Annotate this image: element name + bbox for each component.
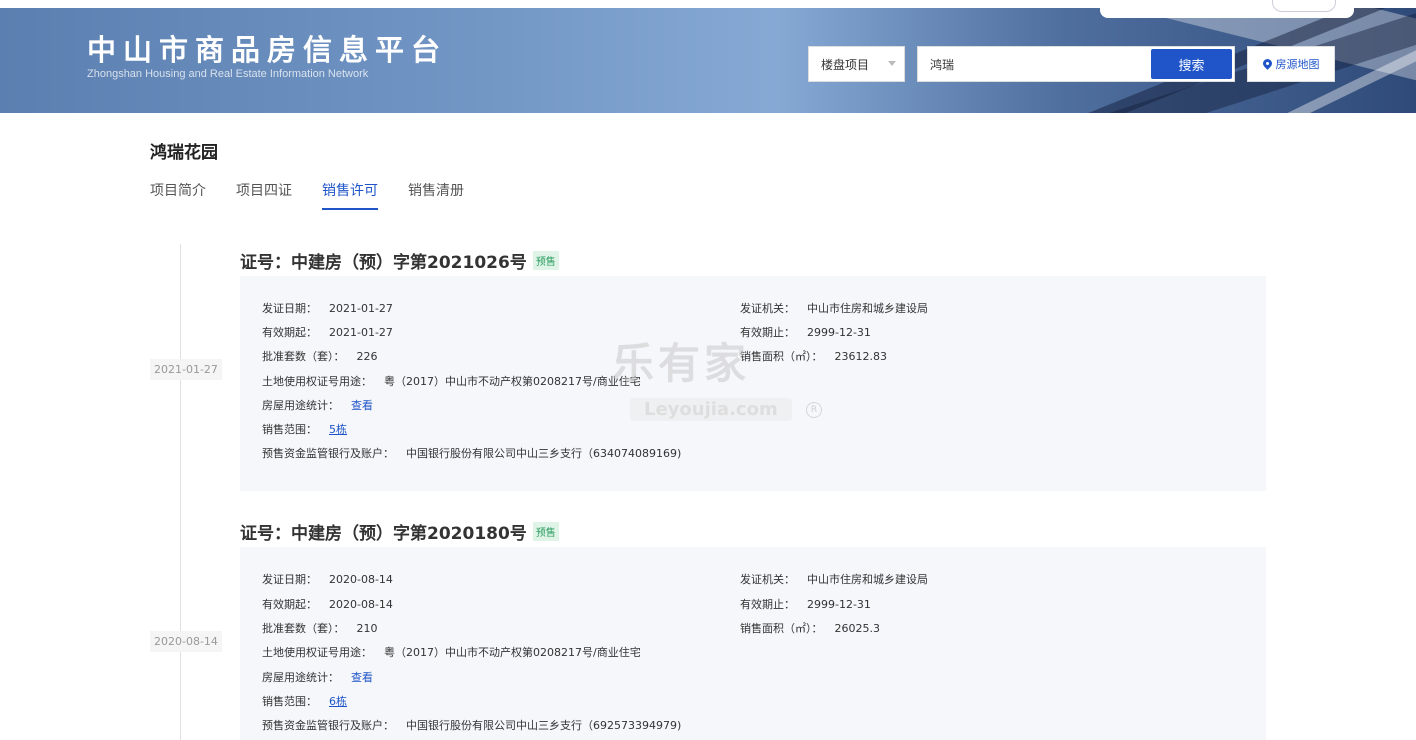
timeline-date: 2021-01-27: [150, 359, 222, 380]
certificate-number: 证号：中建房（预）字第2020180号: [240, 524, 527, 544]
usage-view-link[interactable]: 查看: [351, 671, 373, 684]
issue-date-row: 发证日期： 2021-01-27: [262, 302, 393, 315]
timeline-date: 2020-08-14: [150, 631, 222, 652]
search-type-value: 楼盘项目: [821, 57, 870, 72]
registered-icon: R: [806, 402, 822, 418]
units-row: 批准套数（套）： 226: [262, 350, 378, 363]
status-badge: 预售: [532, 251, 559, 270]
certificate-title: 证号：中建房（预）字第2020180号 预售: [240, 519, 559, 544]
certificate-number: 证号：中建房（预）字第2021026号: [240, 253, 527, 273]
top-overlay: [1100, 0, 1354, 18]
site-subtitle: Zhongshan Housing and Real Estate Inform…: [87, 68, 369, 80]
timeline-line: [180, 244, 181, 740]
search-type-select[interactable]: 楼盘项目: [808, 46, 905, 82]
units-row: 批准套数（套）： 210: [262, 622, 378, 635]
tab-sales-permit[interactable]: 销售许可: [322, 180, 378, 210]
range-row: 销售范围： 6栋: [262, 695, 347, 708]
sales-range-link[interactable]: 5栋: [329, 423, 347, 436]
project-title: 鸿瑞花园: [150, 143, 218, 163]
map-button[interactable]: 房源地图: [1247, 46, 1335, 82]
chevron-down-icon: [888, 61, 896, 66]
valid-to-row: 有效期止： 2999-12-31: [740, 598, 871, 611]
area-row: 销售面积（㎡）： 23612.83: [740, 350, 887, 363]
tab-sales-list[interactable]: 销售清册: [408, 180, 464, 210]
valid-from-row: 有效期起： 2020-08-14: [262, 598, 393, 611]
map-pin-icon: [1263, 59, 1272, 70]
watermark-logo: 乐有家: [612, 339, 751, 388]
status-badge: 预售: [532, 522, 559, 541]
land-row: 土地使用权证号用途： 粤（2017）中山市不动产权第0208217号/商业住宅: [262, 375, 641, 388]
site-title: 中山市商品房信息平台: [87, 33, 448, 67]
issue-date-row: 发证日期： 2020-08-14: [262, 573, 393, 586]
bank-row: 预售资金监管银行及账户： 中国银行股份有限公司中山三乡支行（63407408916…: [262, 447, 682, 460]
tab-certificates[interactable]: 项目四证: [236, 180, 292, 210]
valid-from-row: 有效期起： 2021-01-27: [262, 326, 393, 339]
land-row: 土地使用权证号用途： 粤（2017）中山市不动产权第0208217号/商业住宅: [262, 646, 641, 659]
valid-to-row: 有效期止： 2999-12-31: [740, 326, 871, 339]
map-button-label: 房源地图: [1275, 58, 1320, 71]
range-row: 销售范围： 5栋: [262, 423, 347, 436]
usage-view-link[interactable]: 查看: [351, 399, 373, 412]
usage-row: 房屋用途统计： 查看: [262, 399, 373, 412]
tab-intro[interactable]: 项目简介: [150, 180, 206, 210]
authority-row: 发证机关： 中山市住房和城乡建设局: [740, 302, 928, 315]
certificate-card: 发证日期： 2021-01-27 发证机关： 中山市住房和城乡建设局 有效期起： 20…: [240, 276, 1266, 491]
area-row: 销售面积（㎡）： 26025.3: [740, 622, 880, 635]
bank-row: 预售资金监管银行及账户： 中国银行股份有限公司中山三乡支行（69257339497…: [262, 719, 682, 732]
certificate-card: 发证日期： 2020-08-14 发证机关： 中山市住房和城乡建设局 有效期起： 20…: [240, 547, 1266, 740]
usage-row: 房屋用途统计： 查看: [262, 671, 373, 684]
authority-row: 发证机关： 中山市住房和城乡建设局: [740, 573, 928, 586]
certificate-title: 证号：中建房（预）字第2021026号 预售: [240, 248, 559, 273]
project-tabs: 项目简介 项目四证 销售许可 销售清册: [150, 180, 464, 210]
search-button[interactable]: 搜索: [1151, 49, 1232, 79]
sales-range-link[interactable]: 6栋: [329, 695, 347, 708]
watermark-domain: Leyoujia.com: [630, 398, 792, 421]
